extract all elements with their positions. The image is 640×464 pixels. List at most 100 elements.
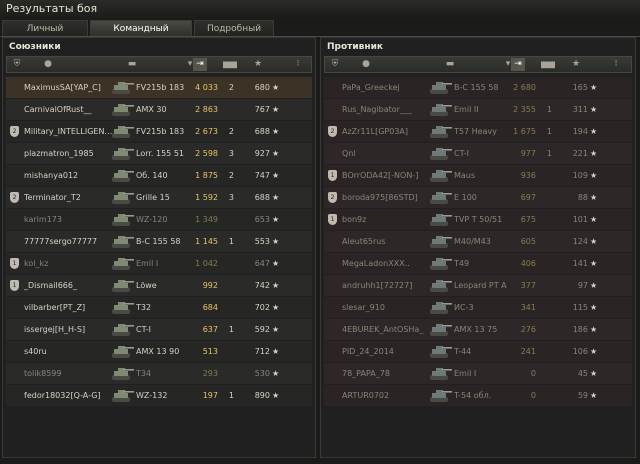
star-icon[interactable]: ★ [569,58,583,71]
player-name[interactable]: boroda975[86STD] [342,187,436,208]
more-icon[interactable]: ⁝ [609,58,623,71]
table-row[interactable]: MaximusSA[YAP_C] FV215b 183 4 033 2 680 ★ [6,77,312,98]
tank-kills-icon[interactable]: ▅▅ [538,58,558,71]
player-name[interactable]: MegaLadonXXX.. [342,253,436,274]
table-row[interactable]: slesar_910 ИС-3 341 115 ★ [324,297,632,318]
xp-value: 109 [572,171,588,180]
table-row[interactable]: Rus_Nagibator___ Emil II 2 355 1 311 ★ [324,99,632,120]
star-icon: ★ [272,347,280,356]
platoon-badge: 1 [328,214,337,225]
table-row[interactable]: 2 Terminator_T2 Grille 15 1 592 3 688 ★ [6,187,312,208]
table-row[interactable]: ARTUR0702 T-54 обл. 0 59 ★ [324,385,632,406]
table-row[interactable]: 2 boroda975[86STD] E 100 697 88 ★ [324,187,632,208]
player-name[interactable]: AzZr11L[GP03A] [342,121,436,142]
table-row[interactable]: issergej[H_H-S] CT-I 637 1 592 ★ [6,319,312,340]
table-row[interactable]: 1 BOrrODA42[-NON-] Maus 936 109 ★ [324,165,632,186]
table-row[interactable]: 78_PAPA_78 Emil I 0 45 ★ [324,363,632,384]
player-name[interactable]: PID_24_2014 [342,341,436,362]
tank-icon [430,170,452,182]
player-name[interactable]: kol_kz [24,253,118,274]
shield-icon[interactable]: ⛨ [328,58,342,71]
player-name[interactable]: CarnivalOfRust__ [24,99,118,120]
tab-detailed-report[interactable]: Подробный отчёт [194,20,274,50]
player-name[interactable]: andruhh1[72727] [342,275,436,296]
tank-icon [112,280,134,292]
player-name[interactable]: slesar_910 [342,297,436,318]
player-name[interactable]: plazmatron_1985 [24,143,118,164]
xp-value: 115 [572,303,588,312]
player-name[interactable]: vilbarber[PT_Z] [24,297,118,318]
damage-value: 0 [530,391,536,400]
player-name[interactable]: fedor18032[Q-A-G] [24,385,118,406]
damage-icon[interactable]: ⇥ [193,58,207,71]
table-row[interactable]: MegaLadonXXX.. T49 406 141 ★ [324,253,632,274]
table-row[interactable]: mishanya012 Об. 140 1 875 2 747 ★ [6,165,312,186]
player-name[interactable]: tolik8599 [24,363,118,384]
player-name[interactable]: Aleut65rus [342,231,436,252]
tab-team-result[interactable]: Командный результат [90,20,192,50]
xp-value: 712 [254,347,270,356]
table-row[interactable]: 1 kol_kz Emil I1 042 647 ★ [6,253,312,274]
more-icon[interactable]: ⁝ [291,58,305,71]
table-row[interactable]: andruhh1[72727] Leopard PT A 377 97 ★ [324,275,632,296]
table-row[interactable]: s40ru AMX 13 90 513 712 ★ [6,341,312,362]
table-row[interactable]: plazmatron_1985 Lorr. 155 51 2 598 3 927 ★ [6,143,312,164]
table-row[interactable]: tolik8599 T34 293 530 ★ [6,363,312,384]
kills-value: 1 [228,391,234,400]
player-icon[interactable]: ● [41,58,55,71]
player-name[interactable]: bon9z [342,209,436,230]
table-row[interactable]: 77777sergo77777 B-C 155 58 1 145 1 553 ★ [6,231,312,252]
table-row[interactable]: karim173 WZ-120 1 349 653 ★ [6,209,312,230]
table-row[interactable]: 2 Military_INTELLIGEN… FV215b 183 2 673 2 688… [6,121,312,142]
player-name[interactable]: 78_PAPA_78 [342,363,436,384]
table-row[interactable]: 2 AzZr11L[GP03A] T57 Heavy 1 675 1 194 ★ [324,121,632,142]
platoon-badge: 2 [328,192,337,203]
tank-icon [112,104,134,116]
player-name[interactable]: Military_INTELLIGEN… [24,121,118,142]
player-name[interactable]: karim173 [24,209,118,230]
player-name[interactable]: PaPa_Greeckej [342,77,436,98]
star-icon[interactable]: ★ [251,58,265,71]
shield-icon[interactable]: ⛨ [10,58,24,71]
xp-value: 688 [254,193,270,202]
kills-value: 3 [228,149,234,158]
tank-icon [430,104,452,116]
xp-value: 530 [254,369,270,378]
damage-icon[interactable]: ⇥ [511,58,525,71]
table-row[interactable]: fedor18032[Q-A-G] WZ-132 197 1 890 ★ [6,385,312,406]
damage-value: 2 598 [195,149,218,158]
table-row[interactable]: PID_24_2014 T-44 241 106 ★ [324,341,632,362]
tab-personal-result[interactable]: Личный результат [2,20,88,50]
table-row[interactable]: 4EBUREK_AntOSHa_ AMX 13 75 276 186 ★ [324,319,632,340]
table-row[interactable]: Qnl CT-I 977 1 221 ★ [324,143,632,164]
damage-value: 197 [202,391,218,400]
player-name[interactable]: BOrrODA42[-NON-] [342,165,436,186]
player-name[interactable]: 4EBUREK_AntOSHa_ [342,319,436,340]
player-name[interactable]: Terminator_T2 [24,187,118,208]
enemies-title: Противник [327,42,384,52]
table-row[interactable]: PaPa_Greeckej B-C 155 58 2 680 165 ★ [324,77,632,98]
player-name[interactable]: Rus_Nagibator___ [342,99,436,120]
table-row[interactable]: vilbarber[PT_Z] T32 684 702 ★ [6,297,312,318]
player-name[interactable]: 77777sergo77777 [24,231,118,252]
player-name[interactable]: Qnl [342,143,436,164]
tank-icon [430,346,452,358]
star-icon: ★ [590,303,598,312]
tank-icon[interactable]: ▬ [125,58,139,71]
player-name[interactable]: _Dismail666_ [24,275,118,296]
table-row[interactable]: 1 bon9z TVP T 50/51 675 101 ★ [324,209,632,230]
xp-value: 742 [254,281,270,290]
player-name[interactable]: mishanya012 [24,165,118,186]
player-icon[interactable]: ● [359,58,373,71]
tank-icon [112,324,134,336]
player-name[interactable]: s40ru [24,341,118,362]
player-name[interactable]: issergej[H_H-S] [24,319,118,340]
table-row[interactable]: 1 _Dismail666_ Löwe 992 742 ★ [6,275,312,296]
player-name[interactable]: ARTUR0702 [342,385,436,406]
tank-kills-icon[interactable]: ▅▅ [220,58,240,71]
tank-icon[interactable]: ▬ [443,58,457,71]
table-row[interactable]: CarnivalOfRust__ AMX 30 2 863 767 ★ [6,99,312,120]
star-icon: ★ [590,215,598,224]
player-name[interactable]: MaximusSA[YAP_C] [24,77,118,98]
table-row[interactable]: Aleut65rus M40/M43 605 124 ★ [324,231,632,252]
